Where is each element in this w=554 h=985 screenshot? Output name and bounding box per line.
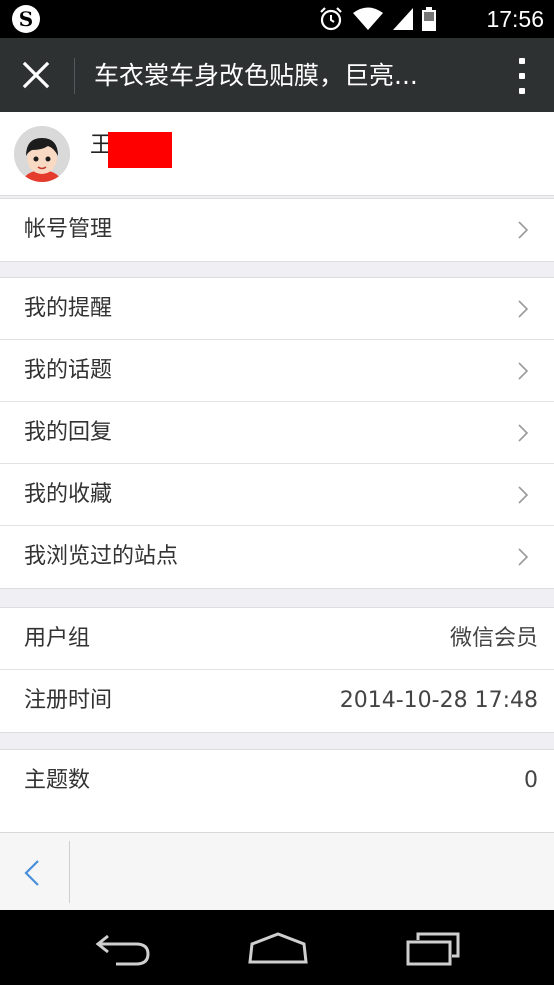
home-icon[interactable] xyxy=(246,928,310,968)
close-icon[interactable] xyxy=(18,57,54,93)
chevron-right-icon xyxy=(518,221,529,239)
app-logo-icon: S xyxy=(12,5,40,33)
back-arrow-icon[interactable] xyxy=(20,855,44,891)
row-label: 我的提醒 xyxy=(24,296,113,321)
redaction-block xyxy=(108,132,172,168)
chevron-right-icon xyxy=(518,362,529,380)
wifi-icon xyxy=(353,7,383,30)
alarm-icon xyxy=(320,7,342,31)
my-reminders-row[interactable]: 我的提醒 xyxy=(0,278,554,340)
row-value: 0 xyxy=(524,768,538,793)
chevron-right-icon xyxy=(518,548,529,566)
visited-sites-row[interactable]: 我浏览过的站点 xyxy=(0,526,554,588)
status-icons xyxy=(318,6,436,32)
chevron-right-icon xyxy=(518,424,529,442)
my-topics-row[interactable]: 我的话题 xyxy=(0,340,554,402)
row-label: 我的收藏 xyxy=(24,482,113,507)
status-bar: S 17:56 xyxy=(0,0,554,38)
row-value: 微信会员 xyxy=(449,626,538,651)
user-group-row: 用户组 微信会员 xyxy=(0,608,554,670)
profile-header: 王 xyxy=(0,112,554,196)
system-nav-bar xyxy=(0,910,554,985)
clock: 17:56 xyxy=(486,6,544,32)
row-label: 我浏览过的站点 xyxy=(24,544,179,569)
row-label: 主题数 xyxy=(24,768,91,793)
row-value: 2014-10-28 17:48 xyxy=(339,688,538,713)
row-label: 帐号管理 xyxy=(24,217,113,242)
page-title: 车衣裳车身改色贴膜，巨亮... xyxy=(94,61,418,90)
stats-group: 主题数 0 xyxy=(0,749,554,833)
web-toolbar xyxy=(0,832,554,910)
topic-count-row: 主题数 0 xyxy=(0,750,554,812)
title-bar: 车衣裳车身改色贴膜，巨亮... xyxy=(0,38,554,112)
chevron-right-icon xyxy=(518,486,529,504)
signal-icon xyxy=(393,8,413,30)
recent-apps-icon[interactable] xyxy=(404,928,464,968)
user-info-group: 用户组 微信会员 注册时间 2014-10-28 17:48 xyxy=(0,607,554,733)
back-icon[interactable] xyxy=(94,928,154,968)
battery-icon xyxy=(422,7,436,31)
account-management-row[interactable]: 帐号管理 xyxy=(0,199,554,261)
row-label: 我的话题 xyxy=(24,358,113,383)
toolbar-divider xyxy=(69,841,70,903)
my-replies-row[interactable]: 我的回复 xyxy=(0,402,554,464)
row-label: 我的回复 xyxy=(24,420,113,445)
more-vertical-icon[interactable] xyxy=(518,58,526,94)
avatar-icon[interactable] xyxy=(14,126,70,182)
account-group: 帐号管理 xyxy=(0,198,554,262)
register-time-row: 注册时间 2014-10-28 17:48 xyxy=(0,670,554,732)
row-label: 用户组 xyxy=(24,626,91,651)
chevron-right-icon xyxy=(518,300,529,318)
row-label: 注册时间 xyxy=(24,688,113,713)
my-favorites-row[interactable]: 我的收藏 xyxy=(0,464,554,526)
title-divider xyxy=(74,58,75,94)
my-activity-group: 我的提醒 我的话题 我的回复 我的收藏 我浏览过的站点 xyxy=(0,277,554,589)
